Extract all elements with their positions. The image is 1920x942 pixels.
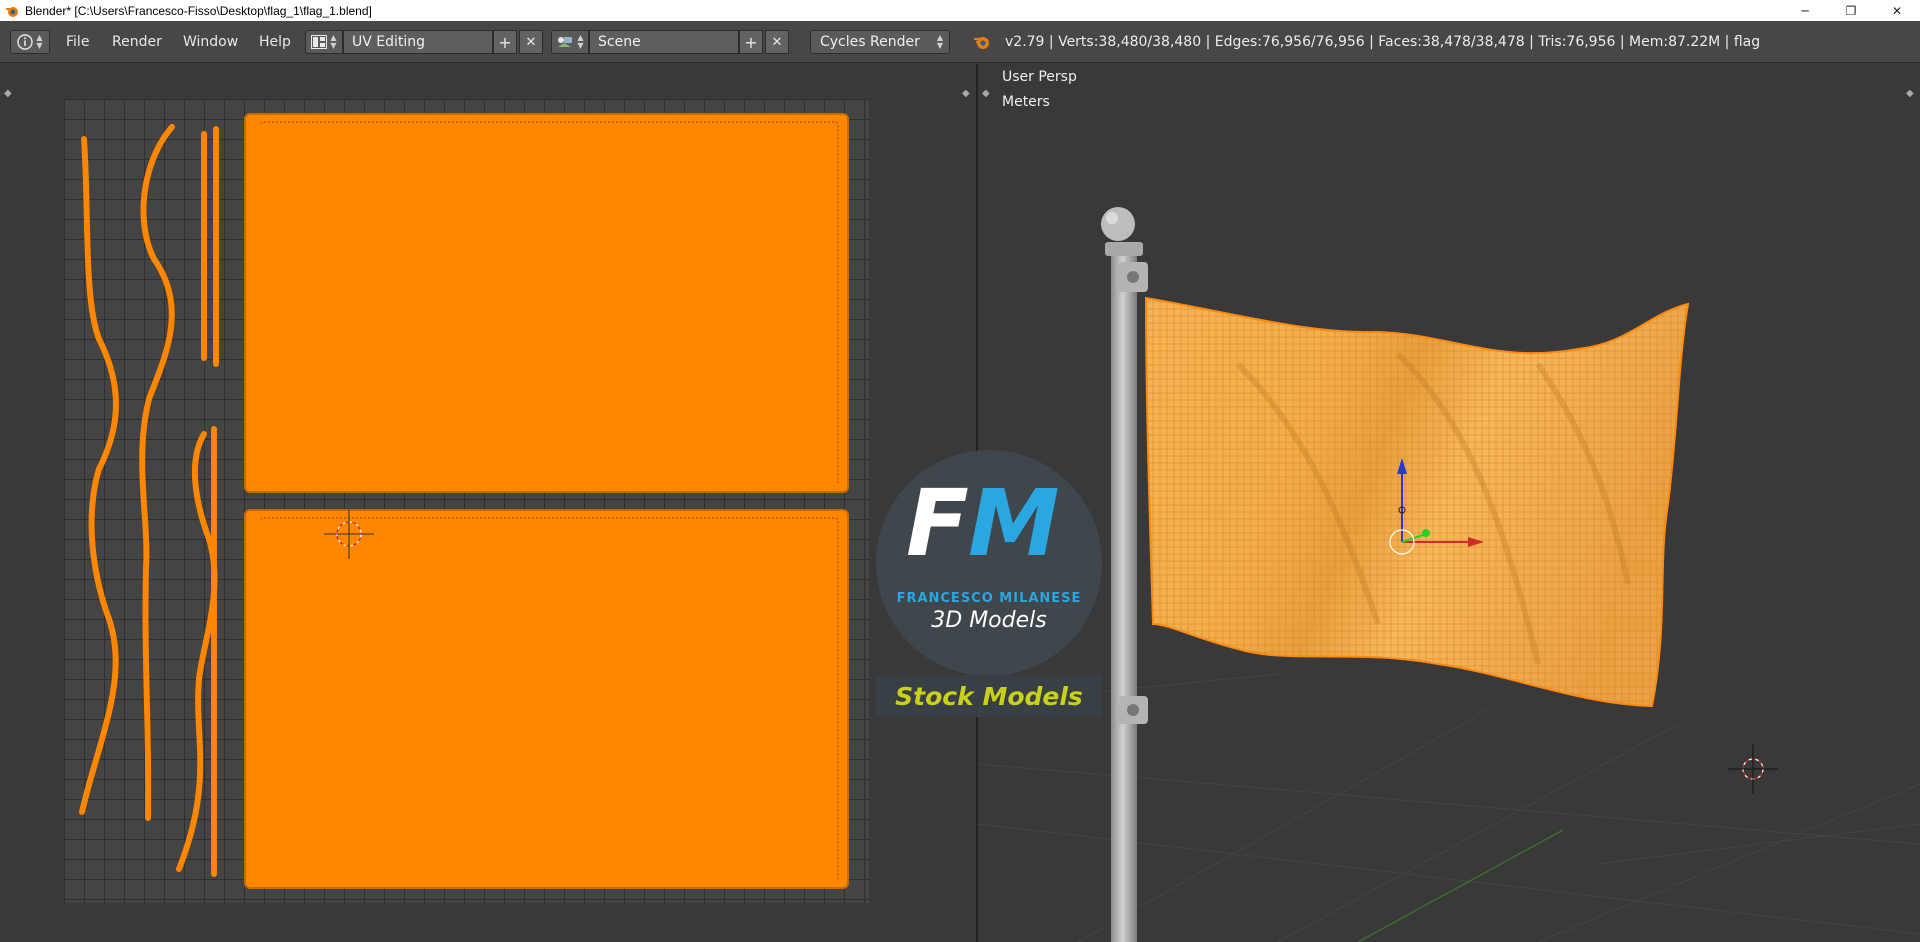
menu-file[interactable]: File	[62, 30, 93, 54]
3d-viewport[interactable]: ◆ ◆ User Persp Meters	[978, 64, 1920, 942]
dropdown-arrows-icon: ▲ ▼	[36, 33, 43, 50]
close-button[interactable]: ✕	[1874, 0, 1920, 21]
menu-help[interactable]: Help	[255, 30, 295, 54]
minimize-button[interactable]: ─	[1782, 0, 1828, 21]
info-icon	[17, 34, 34, 50]
2d-cursor-icon[interactable]	[314, 499, 384, 569]
remove-screen-button[interactable]: ✕	[519, 30, 543, 54]
info-header: ▲ ▼ File Render Window Help ▲ ▼ UV Editing…	[0, 21, 1920, 63]
menu-window[interactable]: Window	[179, 30, 242, 54]
add-scene-button[interactable]: +	[739, 30, 763, 54]
dropdown-arrows-icon: ▲ ▼	[577, 33, 584, 50]
dropdown-arrows-icon: ▲ ▼	[936, 33, 943, 50]
scene-render	[978, 207, 1920, 942]
screen-layout-name[interactable]: UV Editing	[343, 30, 493, 54]
add-screen-button[interactable]: +	[493, 30, 517, 54]
logo-letter-f: F	[906, 470, 969, 577]
logo-letter-m: M	[968, 470, 1060, 577]
scene-name[interactable]: Scene	[589, 30, 739, 54]
blender-logo-icon	[6, 6, 18, 17]
stock-models-badge: Stock Models	[876, 675, 1102, 717]
menu-render[interactable]: Render	[108, 30, 166, 54]
region-toggle-icon[interactable]: ◆	[4, 88, 12, 99]
uv-island-flag-front[interactable]	[244, 113, 849, 493]
blender-render-icon	[973, 30, 991, 54]
uv-grid[interactable]	[64, 99, 869, 903]
restore-button[interactable]: ❐	[1828, 0, 1874, 21]
editor-type-selector[interactable]: ▲ ▼	[10, 30, 50, 54]
uv-image-editor[interactable]: ◆ ◆	[0, 64, 976, 942]
logo-author-name: FRANCESCO MILANESE	[896, 591, 1082, 606]
scene-selector[interactable]: ▲ ▼	[551, 30, 589, 54]
screen-layout-icon	[311, 35, 328, 49]
logo-tagline: 3D Models	[931, 608, 1047, 633]
scene-icon	[558, 37, 573, 47]
scene-statistics: v2.79 | Verts:38,480/38,480 | Edges:76,9…	[1005, 34, 1761, 50]
render-engine-label: Cycles Render	[820, 34, 920, 50]
remove-scene-button[interactable]: ✕	[765, 30, 789, 54]
dropdown-arrows-icon: ▲ ▼	[330, 33, 337, 50]
window-controls: ─ ❐ ✕	[1782, 0, 1920, 21]
region-toggle-icon[interactable]: ◆	[962, 88, 970, 99]
screen-layout-selector[interactable]: ▲ ▼	[305, 30, 343, 54]
3d-cursor	[1728, 744, 1778, 794]
watermark-logo: F M FRANCESCO MILANESE 3D Models	[876, 450, 1102, 676]
window-titlebar: Blender* [C:\Users\Francesco-Fisso\Deskt…	[0, 0, 1920, 21]
window-title: Blender* [C:\Users\Francesco-Fisso\Deskt…	[25, 3, 372, 18]
render-engine-dropdown[interactable]: Cycles Render ▲ ▼	[810, 30, 950, 54]
